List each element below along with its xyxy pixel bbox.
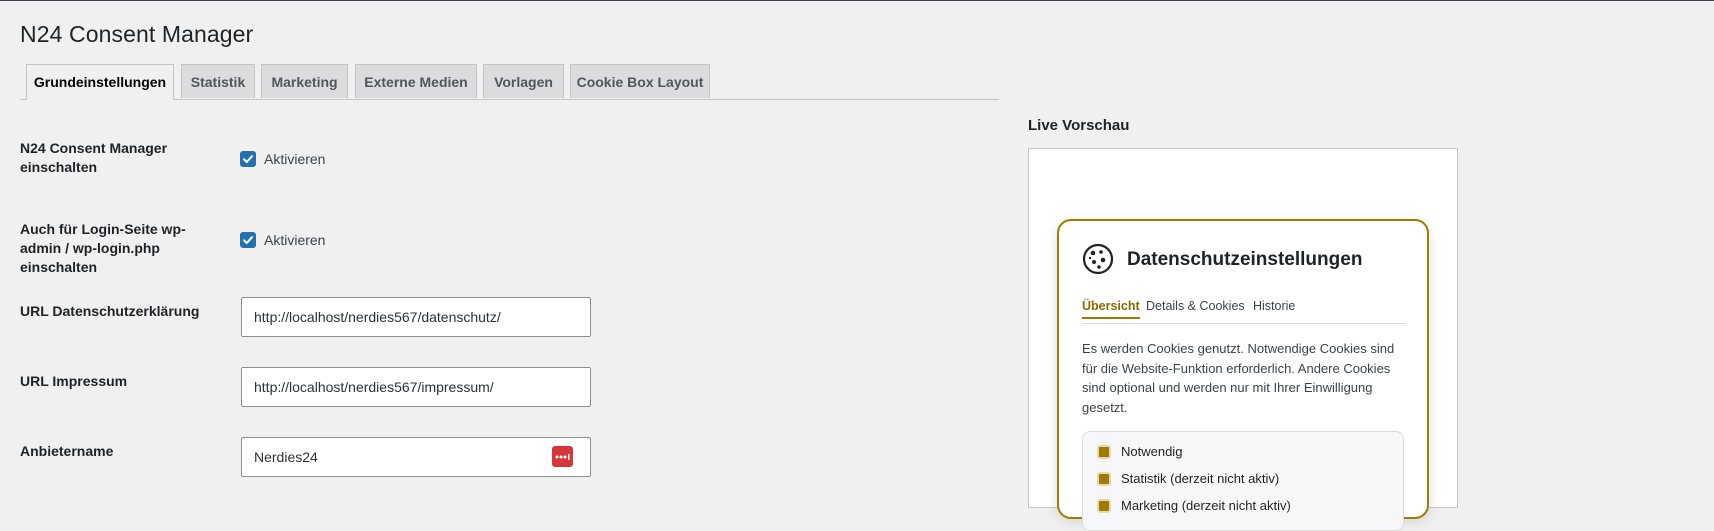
imprint-url-input[interactable] bbox=[241, 367, 591, 407]
settings-tabs: Grundeinstellungen Statistik Marketing E… bbox=[20, 64, 999, 100]
cookie-tab-historie[interactable]: Historie bbox=[1253, 299, 1295, 313]
login-checkbox-label: Aktivieren bbox=[264, 232, 326, 248]
login-checkbox-group[interactable]: Aktivieren bbox=[240, 232, 325, 248]
cookie-box-title: Datenschutzeinstellungen bbox=[1127, 249, 1363, 270]
provider-input[interactable] bbox=[241, 437, 591, 477]
category-checkbox[interactable] bbox=[1097, 444, 1111, 459]
privacy-url-input[interactable] bbox=[241, 297, 591, 337]
tab-vorlagen[interactable]: Vorlagen bbox=[483, 64, 564, 98]
checkmark-icon bbox=[243, 155, 253, 163]
cookie-tab-details[interactable]: Details & Cookies bbox=[1146, 299, 1245, 313]
imprint-url-label: URL Impressum bbox=[20, 373, 128, 389]
cookie-box-text: Es werden Cookies genutzt. Notwendige Co… bbox=[1082, 341, 1395, 415]
page-title: N24 Consent Manager bbox=[20, 21, 254, 47]
cookie-category-notwendig[interactable]: Notwendig bbox=[1097, 444, 1182, 459]
tab-grundeinstellungen[interactable]: Grundeinstellungen bbox=[26, 64, 174, 100]
checkmark-icon bbox=[243, 236, 253, 244]
privacy-url-label: URL Datenschutzerklärung bbox=[20, 303, 200, 319]
login-checkbox[interactable] bbox=[240, 232, 256, 248]
tab-externe-medien[interactable]: Externe Medien bbox=[355, 64, 477, 98]
provider-label: Anbietername bbox=[20, 443, 114, 459]
category-checkbox[interactable] bbox=[1097, 471, 1111, 486]
tab-statistik[interactable]: Statistik bbox=[181, 64, 255, 98]
login-label: Auch für Login-Seite wp-admin / wp-login… bbox=[20, 221, 186, 275]
cookie-icon bbox=[1082, 243, 1114, 275]
preview-heading: Live Vorschau bbox=[1028, 117, 1130, 134]
dots-icon bbox=[555, 453, 570, 460]
cookie-box: Datenschutzeinstellungen Übersicht Detai… bbox=[1057, 219, 1429, 531]
category-label: Statistik (derzeit nicht aktiv) bbox=[1121, 471, 1280, 486]
enable-checkbox[interactable] bbox=[240, 151, 256, 167]
enable-checkbox-group[interactable]: Aktivieren bbox=[240, 151, 325, 167]
cookie-tab-uebersicht[interactable]: Übersicht bbox=[1082, 299, 1140, 319]
cookie-category-list: Notwendig Statistik (derzeit nicht aktiv… bbox=[1082, 431, 1404, 531]
cookie-category-marketing[interactable]: Marketing (derzeit nicht aktiv) bbox=[1097, 498, 1291, 513]
password-manager-icon[interactable] bbox=[552, 446, 573, 467]
category-label: Marketing (derzeit nicht aktiv) bbox=[1121, 498, 1291, 513]
enable-checkbox-label: Aktivieren bbox=[264, 151, 326, 167]
category-label: Notwendig bbox=[1121, 444, 1183, 459]
cookie-box-tabs: Übersicht Details & Cookies Historie bbox=[1082, 299, 1406, 324]
enable-label: N24 Consent Manager einschalten bbox=[20, 140, 168, 175]
tab-marketing[interactable]: Marketing bbox=[261, 64, 348, 98]
cookie-category-statistik[interactable]: Statistik (derzeit nicht aktiv) bbox=[1097, 471, 1279, 486]
tab-cookie-box-layout[interactable]: Cookie Box Layout bbox=[570, 64, 710, 98]
